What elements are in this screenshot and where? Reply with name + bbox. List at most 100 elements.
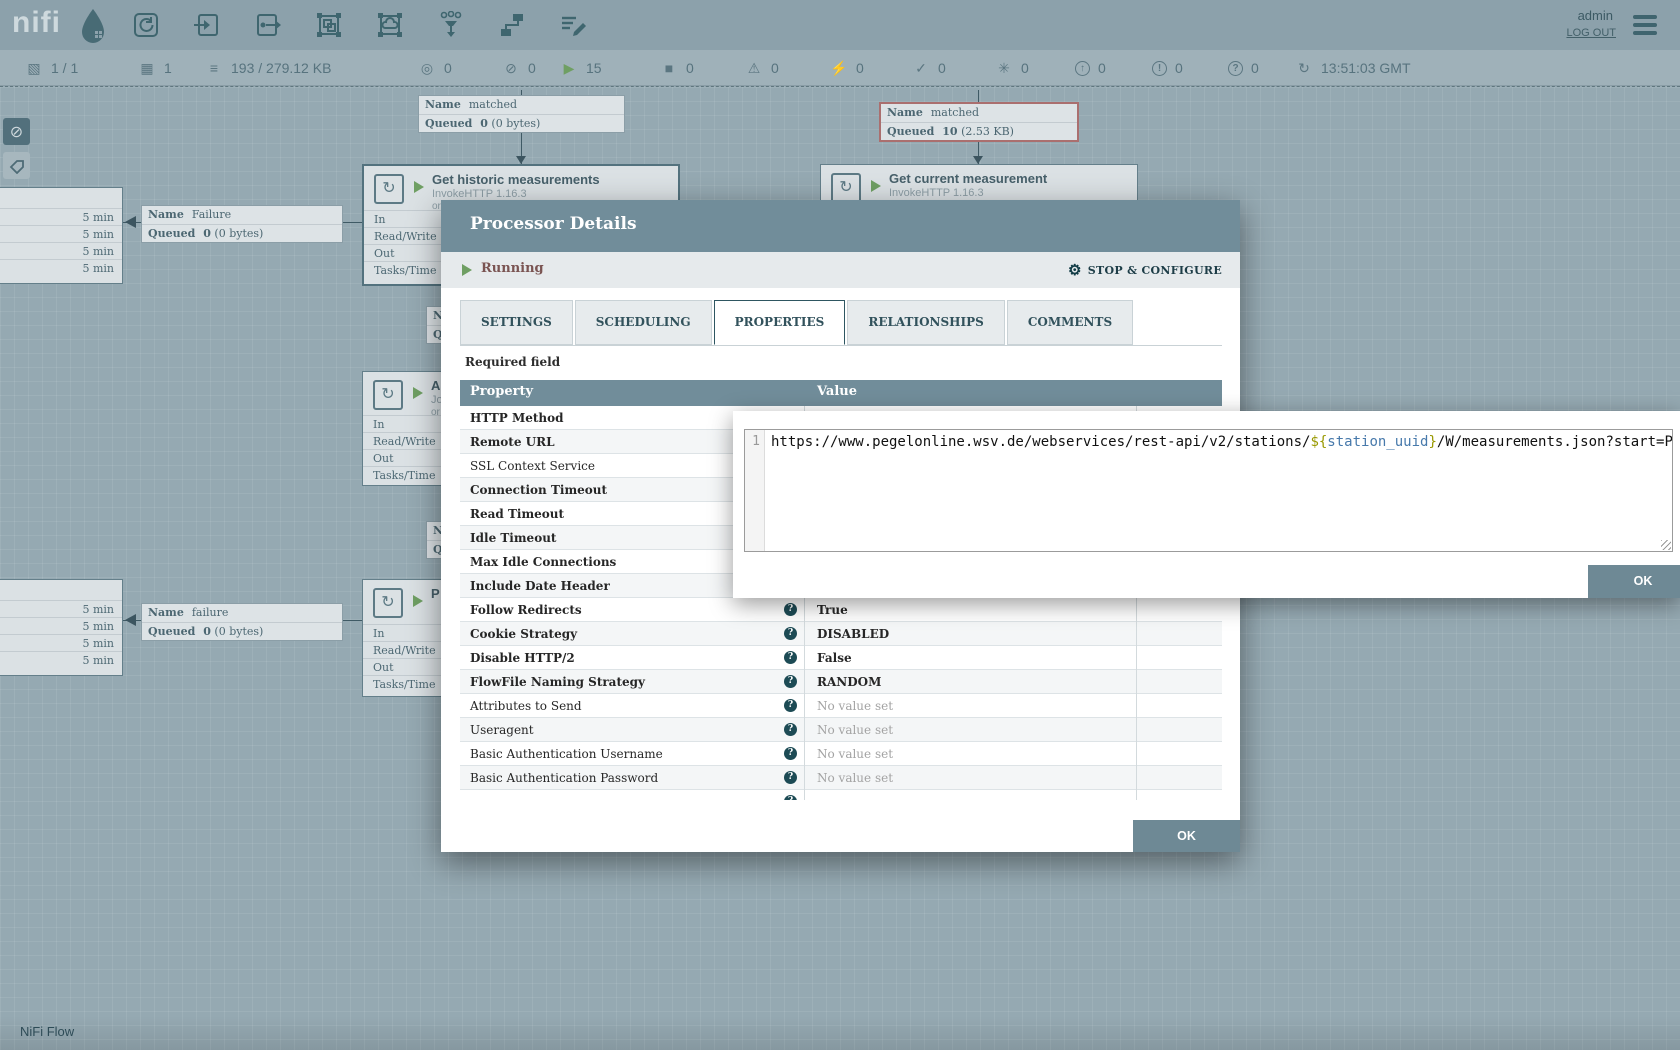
running-icon <box>413 595 423 607</box>
transmitting-icon: ◎ <box>418 60 436 77</box>
resize-handle-icon[interactable] <box>1661 540 1671 550</box>
connection-label-failure[interactable]: Namefailure Queued0 (0 bytes) <box>141 603 343 641</box>
stat-row: 5 min <box>0 259 122 276</box>
label-edge-icon <box>3 152 30 179</box>
status-item-locally-modified: ✳0 <box>995 50 1029 86</box>
stopped-icon: ■ <box>660 60 678 76</box>
editor-ok-button[interactable]: OK <box>1588 565 1680 598</box>
stat-row: 5 min <box>0 651 122 668</box>
funnel-icon[interactable] <box>433 7 469 43</box>
stats-5min: 5 min5 min5 min5 min <box>0 208 122 283</box>
status-item-stopped: ■0 <box>660 50 694 86</box>
output-port-icon[interactable] <box>250 7 286 43</box>
property-value[interactable]: No value set <box>805 694 1137 718</box>
property-value[interactable] <box>805 790 1137 800</box>
processor-icon[interactable] <box>128 7 164 43</box>
property-value[interactable]: False <box>805 646 1137 670</box>
property-row: Basic Authentication Username?No value s… <box>460 742 1222 766</box>
property-name: Basic Authentication Password? <box>460 766 805 790</box>
running-icon <box>871 180 881 192</box>
running-icon <box>413 387 423 399</box>
property-row: Follow Redirects?True <box>460 598 1222 622</box>
stale-icon: ↑ <box>1075 61 1090 76</box>
property-row: Disable HTTP/2?False <box>460 646 1222 670</box>
code-segment-bracket: } <box>1428 434 1436 450</box>
processor-type-icon: ↻ <box>374 174 404 204</box>
stat-row: 5 min <box>0 600 122 617</box>
property-name: Useragent? <box>460 718 805 742</box>
tab-properties[interactable]: PROPERTIES <box>714 300 846 345</box>
not-transmitting-icon: ⊘ <box>502 60 520 77</box>
threads-icon: ▧ <box>25 60 43 77</box>
running-icon <box>462 264 472 276</box>
help-icon[interactable]: ? <box>784 675 797 688</box>
help-icon[interactable]: ? <box>784 651 797 664</box>
locally-modified-icon: ✳ <box>995 60 1013 77</box>
stop-and-configure-button[interactable]: ⚙ STOP & CONFIGURE <box>1068 261 1222 279</box>
processor-card-partial[interactable]: 5 min5 min5 min5 min <box>0 579 123 676</box>
refresh-status[interactable]: ↻ 13:51:03 GMT <box>1295 50 1411 86</box>
breadcrumb[interactable]: NiFi Flow <box>20 1024 74 1039</box>
help-icon[interactable]: ? <box>784 699 797 712</box>
tab-scheduling[interactable]: SCHEDULING <box>575 300 712 345</box>
remote-process-group-icon[interactable] <box>372 7 408 43</box>
help-icon[interactable]: ? <box>784 603 797 616</box>
connection-label-matched[interactable]: Namematched Queued0 (0 bytes) <box>418 95 625 133</box>
connection-line[interactable] <box>343 222 362 223</box>
expression-editor[interactable]: 1 https://www.pegelonline.wsv.de/webserv… <box>744 429 1673 552</box>
arrow-down-icon <box>516 156 526 164</box>
status-item-disabled: ⚡0 <box>830 50 864 86</box>
status-item-stale: ↑0 <box>1075 50 1106 86</box>
last-refresh-time: 13:51:03 GMT <box>1321 60 1411 76</box>
logout-link[interactable]: LOG OUT <box>1566 27 1616 39</box>
property-value[interactable]: True <box>805 598 1137 622</box>
dialog-ok-button[interactable]: OK <box>1133 820 1240 852</box>
tab-settings[interactable]: SETTINGS <box>460 300 573 345</box>
connection-line[interactable] <box>343 620 362 621</box>
property-name: Cookie Strategy? <box>460 622 805 646</box>
status-item-not-transmitting: ⊘0 <box>502 50 536 86</box>
stat-row: 5 min <box>0 225 122 242</box>
help-icon[interactable]: ? <box>784 723 797 736</box>
property-value[interactable]: No value set <box>805 742 1137 766</box>
connection-label-matched-highlighted[interactable]: Namematched Queued10 (2.53 KB) <box>879 102 1079 142</box>
status-count: 0 <box>528 60 536 76</box>
status-item-cluster-nodes: ▦1 <box>138 50 172 86</box>
tab-relationships[interactable]: RELATIONSHIPS <box>847 300 1004 345</box>
input-port-icon[interactable] <box>189 7 225 43</box>
refresh-icon[interactable]: ↻ <box>1295 60 1313 77</box>
help-icon[interactable]: ? <box>784 795 797 800</box>
label-icon[interactable] <box>555 7 591 43</box>
status-count: 0 <box>938 60 946 76</box>
help-icon[interactable]: ? <box>784 771 797 784</box>
status-count: 193 / 279.12 KB <box>231 60 331 76</box>
help-icon[interactable]: ? <box>784 747 797 760</box>
code-segment-subject: station_uuid <box>1327 434 1428 450</box>
property-value[interactable]: DISABLED <box>805 622 1137 646</box>
template-icon[interactable] <box>494 7 530 43</box>
property-value[interactable]: No value set <box>805 766 1137 790</box>
connection-label-failure[interactable]: NameFailure Queued0 (0 bytes) <box>141 205 343 243</box>
not-transmitting-edge-icon: ⊘ <box>3 118 30 145</box>
arrow-left-icon <box>125 614 136 626</box>
disabled-icon: ⚡ <box>830 60 848 77</box>
app-header: nifi admin LOG OUT <box>0 0 1680 50</box>
property-value[interactable]: No value set <box>805 718 1137 742</box>
status-count: 0 <box>444 60 452 76</box>
property-row: FlowFile Naming Strategy?RANDOM <box>460 670 1222 694</box>
required-field-note: Required field <box>465 355 560 369</box>
processor-card-partial[interactable]: 5 min5 min5 min5 min <box>0 187 123 284</box>
global-menu-icon[interactable] <box>1633 15 1657 35</box>
tab-comments[interactable]: COMMENTS <box>1007 300 1133 345</box>
status-item-sync-failure: ?0 <box>1228 50 1259 86</box>
column-property: Property <box>470 384 533 399</box>
dialog-header: Processor Details <box>441 200 1240 252</box>
status-item-running: ▶15 <box>560 50 602 86</box>
dialog-title: Processor Details <box>470 214 637 234</box>
remote-url-value-input[interactable]: https://www.pegelonline.wsv.de/webservic… <box>765 430 1672 551</box>
process-group-icon[interactable] <box>311 7 347 43</box>
help-icon[interactable]: ? <box>784 627 797 640</box>
property-value[interactable]: RANDOM <box>805 670 1137 694</box>
locally-modified-stale-icon: ! <box>1152 61 1167 76</box>
value-editor-popup: 1 https://www.pegelonline.wsv.de/webserv… <box>733 411 1680 598</box>
